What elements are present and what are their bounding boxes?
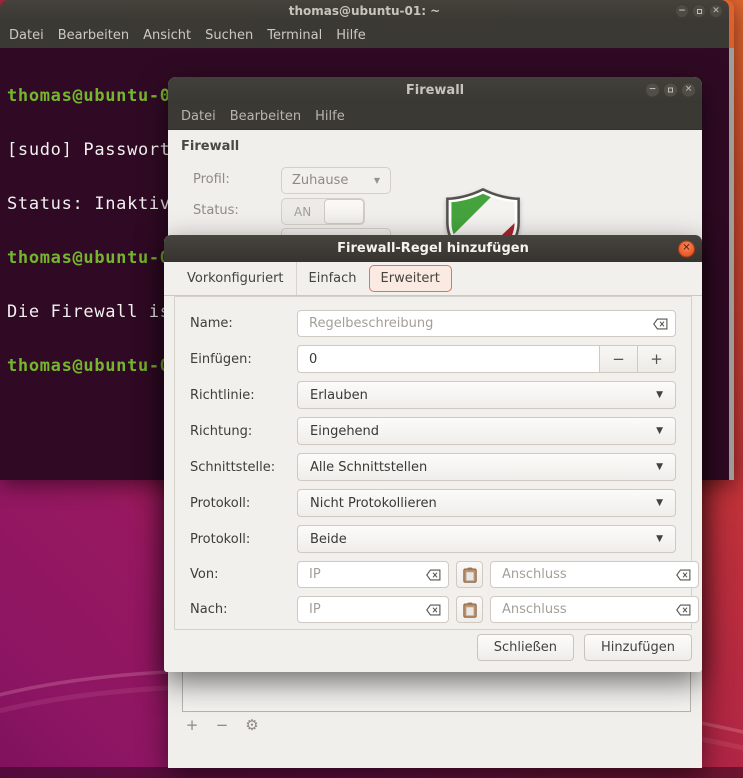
close-button[interactable]: Schließen bbox=[476, 634, 574, 661]
interface-combobox[interactable]: Alle Schnittstellen ▼ bbox=[297, 453, 676, 481]
close-icon[interactable]: ✕ bbox=[709, 4, 723, 18]
policy-label: Richtlinie: bbox=[190, 387, 255, 403]
menu-ansicht[interactable]: Ansicht bbox=[136, 28, 198, 43]
form-row-to: Nach: bbox=[190, 596, 699, 623]
direction-label: Richtung: bbox=[190, 423, 253, 439]
toggle-knob[interactable] bbox=[324, 199, 364, 224]
form-row-log: Protokoll: Nicht Protokollieren ▼ bbox=[190, 489, 676, 517]
close-icon[interactable]: ✕ bbox=[681, 82, 696, 98]
form-row-protocol: Protokoll: Beide ▼ bbox=[190, 525, 676, 553]
form-row-from: Von: bbox=[190, 561, 699, 588]
toggle-state-label: AN bbox=[294, 204, 312, 219]
terminal-menubar: Datei Bearbeiten Ansicht Suchen Terminal… bbox=[0, 22, 729, 48]
minimize-icon[interactable]: − bbox=[675, 4, 689, 18]
profile-label: Profil: bbox=[193, 172, 230, 187]
add-button[interactable]: Hinzufügen bbox=[584, 634, 692, 661]
protocol-combobox[interactable]: Beide ▼ bbox=[297, 525, 676, 553]
policy-combobox[interactable]: Erlauben ▼ bbox=[297, 381, 676, 409]
direction-combobox[interactable]: Eingehend ▼ bbox=[297, 417, 676, 445]
spin-increment-icon[interactable]: + bbox=[637, 346, 675, 372]
from-ip-input[interactable] bbox=[298, 562, 505, 587]
chevron-down-icon: ▼ bbox=[373, 176, 380, 185]
interface-label: Schnittstelle: bbox=[190, 459, 276, 475]
log-label: Protokoll: bbox=[190, 495, 251, 511]
menu-bearbeiten[interactable]: Bearbeiten bbox=[223, 109, 308, 124]
chevron-down-icon: ▼ bbox=[656, 390, 663, 400]
dialog-title: Firewall-Regel hinzufügen bbox=[337, 241, 529, 256]
remove-rule-icon[interactable]: − bbox=[214, 716, 230, 734]
desktop: thomas@ubuntu-01: ~ − ✕ Datei Bearbeiten… bbox=[0, 0, 743, 778]
menu-suchen[interactable]: Suchen bbox=[198, 28, 260, 43]
maximize-icon[interactable] bbox=[663, 82, 678, 98]
add-rule-icon[interactable]: + bbox=[184, 716, 200, 734]
log-combobox[interactable]: Nicht Protokollieren ▼ bbox=[297, 489, 676, 517]
form-row-interface: Schnittstelle: Alle Schnittstellen ▼ bbox=[190, 453, 676, 481]
gear-icon[interactable]: ⚙ bbox=[244, 716, 260, 734]
chevron-down-icon: ▼ bbox=[656, 498, 663, 508]
terminal-titlebar[interactable]: thomas@ubuntu-01: ~ − ✕ bbox=[0, 0, 729, 22]
from-label: Von: bbox=[190, 567, 219, 582]
rule-form: Name: Einfügen: − + Richtlinie: bbox=[174, 296, 699, 630]
minimize-icon[interactable]: − bbox=[645, 82, 660, 98]
menu-terminal[interactable]: Terminal bbox=[260, 28, 329, 43]
firewall-titlebar[interactable]: Firewall − ✕ bbox=[168, 77, 702, 103]
chevron-down-icon: ▼ bbox=[656, 462, 663, 472]
status-label: Status: bbox=[193, 203, 239, 218]
clear-icon[interactable] bbox=[426, 569, 441, 580]
to-label: Nach: bbox=[190, 602, 228, 617]
insert-number-input[interactable] bbox=[298, 346, 599, 372]
spin-decrement-icon[interactable]: − bbox=[599, 346, 637, 372]
add-rule-dialog: Firewall-Regel hinzufügen ✕ Vorkonfiguri… bbox=[164, 235, 702, 672]
clear-icon[interactable] bbox=[426, 604, 441, 615]
terminal-title: thomas@ubuntu-01: ~ bbox=[288, 4, 441, 18]
form-row-insert: Einfügen: − + bbox=[190, 345, 676, 373]
name-label: Name: bbox=[190, 316, 233, 331]
dialog-actions: Schließen Hinzufügen bbox=[476, 634, 692, 661]
profile-combobox[interactable]: Zuhause ▼ bbox=[281, 167, 391, 194]
menu-datei[interactable]: Datei bbox=[2, 28, 51, 43]
firewall-title: Firewall bbox=[405, 82, 465, 98]
form-row-policy: Richtlinie: Erlauben ▼ bbox=[190, 381, 676, 409]
close-icon[interactable]: ✕ bbox=[678, 240, 695, 257]
firewall-menubar: Datei Bearbeiten Hilfe bbox=[168, 103, 702, 130]
dialog-tabs: Vorkonfiguriert Einfach Erweitert bbox=[164, 262, 702, 296]
firewall-heading: Firewall bbox=[181, 139, 240, 154]
insert-label: Einfügen: bbox=[190, 351, 252, 367]
tab-einfach[interactable]: Einfach bbox=[295, 262, 369, 295]
name-input[interactable] bbox=[298, 311, 675, 336]
menu-hilfe[interactable]: Hilfe bbox=[308, 109, 352, 124]
to-ip-input[interactable] bbox=[298, 597, 505, 622]
menu-datei[interactable]: Datei bbox=[174, 109, 223, 124]
protocol-label: Protokoll: bbox=[190, 531, 251, 547]
form-row-direction: Richtung: Eingehend ▼ bbox=[190, 417, 676, 445]
maximize-icon[interactable] bbox=[692, 4, 706, 18]
wallpaper-bottom-band bbox=[0, 767, 743, 778]
menu-bearbeiten[interactable]: Bearbeiten bbox=[51, 28, 136, 43]
dialog-titlebar[interactable]: Firewall-Regel hinzufügen ✕ bbox=[164, 235, 702, 262]
menu-hilfe[interactable]: Hilfe bbox=[329, 28, 373, 43]
tab-erweitert[interactable]: Erweitert bbox=[368, 265, 452, 292]
clear-icon[interactable] bbox=[653, 318, 668, 329]
chevron-down-icon: ▼ bbox=[656, 534, 663, 544]
chevron-down-icon: ▼ bbox=[656, 426, 663, 436]
status-toggle[interactable]: AN bbox=[281, 198, 365, 225]
form-row-name: Name: bbox=[190, 310, 676, 337]
clear-icon[interactable] bbox=[676, 569, 691, 580]
clear-icon[interactable] bbox=[676, 604, 691, 615]
rules-toolbar: + − ⚙ bbox=[184, 716, 260, 734]
from-port-input[interactable] bbox=[491, 562, 698, 587]
to-port-input[interactable] bbox=[491, 597, 698, 622]
tab-vorkonfiguriert[interactable]: Vorkonfiguriert bbox=[175, 262, 296, 295]
